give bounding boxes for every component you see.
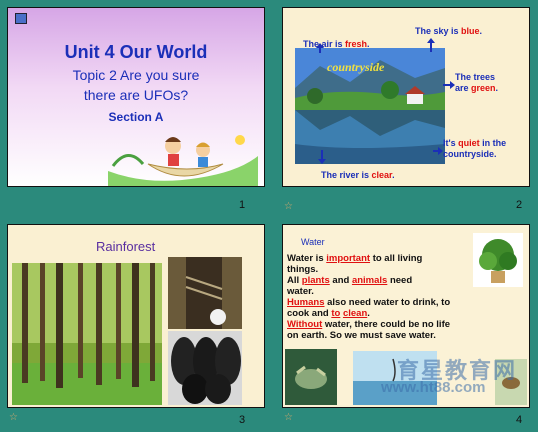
slide-section: Section A [108,110,164,124]
blank-plants: plants [301,275,330,286]
trees-label-end: . [495,83,499,93]
slide-thumbnail-1[interactable]: Unit 4 Our World Topic 2 Are you sure th… [7,7,271,215]
right-arrow-icon [433,142,443,155]
watermark-url: www.ht88.com [381,379,486,396]
text-line-4: water. [287,286,314,297]
line-1-end: to all living [370,253,423,264]
slide-4: Water Water is important to all living t… [282,224,530,408]
slide-2: countryside The air is fresh. The sky is… [282,7,530,187]
slide-3: Rainforest [7,224,265,408]
text-line-1: Water is important to all living [287,253,422,264]
rubber-rolls-photo [168,331,242,405]
slide-title: Unit 4 Our World [64,42,208,62]
sky-label-end: . [479,26,483,36]
blank-to: to [331,308,341,319]
wildlife-photo [285,349,337,405]
air-label-keyword: fresh [345,39,368,49]
down-arrow-icon [318,150,326,164]
sky-label: The sky is blue. [415,26,482,37]
trees-label-line1: The trees [455,72,496,82]
up-arrow-icon [316,40,324,53]
sky-label-keyword: blue [461,26,480,36]
air-label-text: The air is [303,39,346,49]
star-icon: ☆ [284,412,293,423]
text-line-3: All plants and animals need [287,275,412,286]
up-arrow-icon [427,38,435,52]
slide-number: 3 [239,414,246,426]
blank-clean: clean [342,308,368,319]
line-6-end: . [367,308,370,319]
slide-thumbnail-4[interactable]: Water Water is important to all living t… [282,224,532,430]
line-7-end: water, there could be no life [322,319,451,330]
rubber-tree-photo [168,257,242,329]
quiet-label-text: It's [443,138,459,148]
slide-icon [15,13,27,24]
line-3-start: All [287,275,302,286]
air-label-end: . [367,39,370,49]
quiet-label-end: in the [479,138,507,148]
slide-number: 2 [516,199,523,211]
slide-heading: Rainforest [96,239,156,254]
slide-heading: Water [301,237,325,247]
line-3-mid: and [329,275,352,286]
slide-thumbnail-3[interactable]: Rainforest ☆ 3 [7,224,271,430]
text-line-8: on earth. So we must save water. [287,330,436,341]
slide-1: Unit 4 Our World Topic 2 Are you sure th… [7,7,265,187]
trees-label-text: are [455,83,472,93]
slide-thumbnail-2[interactable]: countryside The air is fresh. The sky is… [282,7,532,215]
text-line-5: Humans also need water to drink, to [287,297,450,308]
slide-number: 4 [516,414,523,426]
river-label: The river is clear. [321,170,395,181]
blank-important: important [326,253,371,264]
slide-subtitle-line2: there are UFOs? [83,87,189,103]
blank-animals: animals [351,275,388,286]
right-arrow-icon [443,76,455,89]
plant-photo [473,233,523,287]
quiet-label: It's quiet in the countryside. [443,138,506,160]
river-label-end: . [392,170,395,180]
star-icon: ☆ [9,412,18,423]
star-icon: ☆ [284,201,293,212]
rainforest-photo [12,263,162,405]
slide-subtitle-line1: Topic 2 Are you sure [72,67,200,83]
river-label-text: The river is [321,170,372,180]
text-line-7: Without water, there could be no life [287,319,450,330]
line-6-start: cook and [287,308,332,319]
air-label: The air is fresh. [303,39,370,50]
slide-number: 1 [239,199,246,211]
text-line-2: things. [287,264,319,275]
text-line-6: cook and to clean. [287,308,370,319]
quiet-label-keyword: quiet [458,138,480,148]
river-label-keyword: clear [371,170,393,180]
line-3-end: need [387,275,413,286]
blank-without: Without [287,319,323,330]
line-1-start: Water is [287,253,327,264]
blank-humans: Humans [287,297,325,308]
trees-label: The trees are green. [455,72,498,94]
countryside-caption: countryside [327,60,385,74]
quiet-label-line2: countryside. [443,149,497,159]
line-5-end: also need water to drink, to [324,297,451,308]
kids-on-leaf-illustration [108,135,258,186]
trees-label-keyword: green [471,83,496,93]
sky-label-text: The sky is [415,26,462,36]
